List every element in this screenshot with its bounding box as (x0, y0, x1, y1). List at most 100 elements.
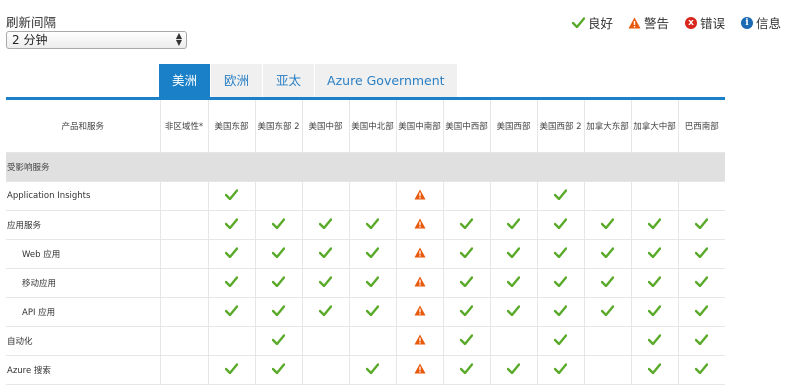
status-cell (349, 210, 397, 240)
status-cell (302, 210, 350, 240)
status-cell (490, 268, 538, 298)
check-icon (506, 217, 521, 232)
status-cell (443, 181, 491, 211)
header-south-central-us: 美国中南部 (396, 100, 444, 153)
check-icon (271, 217, 286, 232)
status-cell (537, 297, 585, 327)
check-icon (553, 246, 568, 261)
table-row: Application Insights (6, 181, 725, 211)
check-icon (553, 304, 568, 319)
status-cell (208, 181, 256, 211)
table-row: 移动应用 (6, 268, 725, 298)
check-icon (271, 333, 286, 348)
legend-warning-label: 警告 (644, 16, 670, 31)
check-icon (365, 304, 380, 319)
refresh-interval-label: 刷新间隔 (6, 15, 57, 30)
status-cell (396, 181, 444, 211)
check-icon (553, 217, 568, 232)
header-east-us-2: 美国东部 2 (255, 100, 303, 153)
error-icon: x (685, 16, 697, 29)
service-name: API 应用 (6, 297, 161, 327)
check-icon (365, 362, 380, 377)
status-cell (302, 268, 350, 298)
header-west-us-2: 美国西部 2 (537, 100, 585, 153)
service-name: 自动化 (6, 326, 161, 356)
status-cell (631, 297, 679, 327)
check-icon (224, 275, 239, 290)
legend-info-label: 信息 (756, 16, 782, 31)
header-west-central-us: 美国中西部 (443, 100, 491, 153)
status-cell (443, 268, 491, 298)
legend-good-label: 良好 (588, 16, 614, 31)
check-icon (318, 275, 333, 290)
check-icon (318, 217, 333, 232)
refresh-interval-value: 2 分钟 (12, 33, 48, 47)
check-icon (647, 304, 662, 319)
check-icon (695, 246, 709, 261)
header-canada-east: 加拿大东部 (584, 100, 632, 153)
service-name: Web 应用 (6, 239, 161, 269)
check-icon (506, 362, 521, 377)
status-cell (208, 326, 256, 356)
check-icon (224, 217, 239, 232)
status-cell (537, 355, 585, 385)
status-cell (443, 239, 491, 269)
status-cell (443, 297, 491, 327)
warning-icon (414, 334, 426, 348)
check-icon (695, 304, 709, 319)
region-tabs: 美洲 欧洲 亚太 Azure Government (159, 64, 458, 97)
header-central-us: 美国中部 (302, 100, 350, 153)
status-cell (208, 355, 256, 385)
status-cell (490, 210, 538, 240)
status-cell (631, 239, 679, 269)
check-icon (271, 304, 286, 319)
legend-warning: 警告 (628, 13, 669, 32)
tab-asia-pacific[interactable]: 亚太 (263, 64, 315, 97)
table-header-row: 产品和服务 非区域性* 美国东部 美国东部 2 美国中部 美国中北部 美国中南部… (6, 100, 725, 153)
status-cell (349, 268, 397, 298)
tab-americas[interactable]: 美洲 (159, 64, 211, 97)
tab-azure-government[interactable]: Azure Government (315, 64, 457, 97)
check-icon (647, 362, 662, 377)
check-icon (600, 275, 615, 290)
status-cell (396, 239, 444, 269)
tab-europe[interactable]: 欧洲 (211, 64, 263, 97)
table-row: Web 应用 (6, 239, 725, 269)
status-cell (160, 326, 209, 356)
warning-icon (414, 247, 426, 261)
check-icon (647, 333, 662, 348)
check-icon (553, 362, 568, 377)
check-icon (647, 275, 662, 290)
check-icon (459, 275, 474, 290)
status-cell (160, 210, 209, 240)
check-icon (553, 275, 568, 290)
status-cell (396, 297, 444, 327)
status-cell (396, 268, 444, 298)
check-icon (271, 275, 286, 290)
service-name: 移动应用 (6, 268, 161, 298)
table-row: 应用服务 (6, 210, 725, 240)
check-icon (506, 304, 521, 319)
status-cell (255, 297, 303, 327)
status-cell (302, 326, 350, 356)
status-cell (678, 297, 725, 327)
check-icon (224, 362, 239, 377)
check-icon (647, 246, 662, 261)
status-cell (537, 326, 585, 356)
warning-icon (414, 218, 426, 232)
check-icon (695, 362, 709, 377)
status-cell (631, 355, 679, 385)
check-icon (600, 246, 615, 261)
status-cell (255, 210, 303, 240)
status-cell (584, 181, 632, 211)
status-cell (584, 297, 632, 327)
status-cell (349, 355, 397, 385)
header-west-us: 美国西部 (490, 100, 538, 153)
refresh-interval-select[interactable]: 2 分钟 ▲ ▼ (6, 31, 187, 49)
status-cell (255, 355, 303, 385)
status-cell (490, 326, 538, 356)
header-brazil-south: 巴西南部 (678, 100, 725, 153)
status-cell (302, 239, 350, 269)
status-cell (160, 268, 209, 298)
warning-icon (414, 276, 426, 290)
